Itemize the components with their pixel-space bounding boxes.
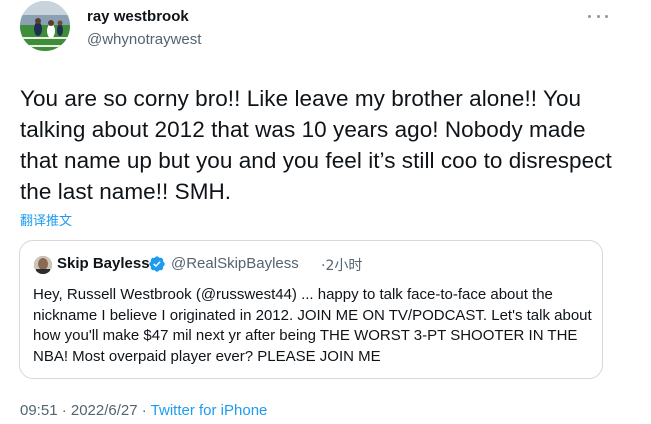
quoted-tweet-text: Hey, Russell Westbrook (@russwest44) ...… [33,286,592,365]
tweet: ray westbrook @whynotraywest You are so … [0,0,651,424]
quoted-author-name: Skip Bayless [57,255,150,272]
quoted-author-avatar [34,256,52,274]
more-icon-dot [596,14,600,18]
quoted-tweet-card[interactable]: Skip Bayless @RealSkipBayless ·2小时 Hey, … [19,240,603,379]
more-icon[interactable] [588,9,608,23]
author-avatar[interactable] [20,1,70,51]
tweet-meta: 09:51 · 2022/6/27 · Twitter for iPhone [20,402,267,419]
tweet-source-link[interactable]: Twitter for iPhone [151,402,268,419]
quoted-author-handle: @RealSkipBayless [171,255,299,272]
more-icon-dot [605,14,608,18]
author-name[interactable]: ray westbrook [87,8,189,25]
verified-icon [149,256,165,272]
more-icon-dot [588,14,591,18]
tweet-timestamp[interactable]: 09:51 · 2022/6/27 · [20,402,151,419]
author-handle[interactable]: @whynotraywest [87,31,201,48]
quoted-tweet-time: ·2小时 [321,258,363,274]
tweet-text: You are so corny bro!! Like leave my bro… [20,86,612,204]
translate-tweet-link[interactable]: 翻译推文 [20,210,72,229]
